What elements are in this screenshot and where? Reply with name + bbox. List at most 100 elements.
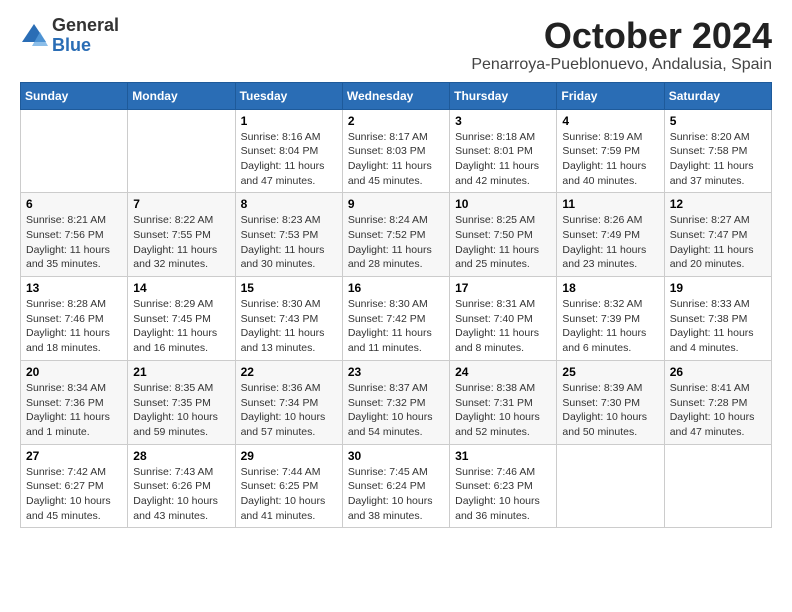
day-cell: 6 Sunrise: 8:21 AM Sunset: 7:56 PM Daylig… [21, 193, 128, 277]
day-cell: 25 Sunrise: 8:39 AM Sunset: 7:30 PM Dayli… [557, 360, 664, 444]
day-cell [128, 109, 235, 193]
day-cell: 7 Sunrise: 8:22 AM Sunset: 7:55 PM Daylig… [128, 193, 235, 277]
day-info: Sunrise: 8:25 AM Sunset: 7:50 PM Dayligh… [455, 213, 551, 272]
day-cell: 28 Sunrise: 7:43 AM Sunset: 6:26 PM Dayli… [128, 444, 235, 528]
day-cell: 9Sunrise: 8:24 AM Sunset: 7:52 PM Daylig… [342, 193, 449, 277]
day-number: 27 [26, 449, 122, 463]
day-cell: 29Sunrise: 7:44 AM Sunset: 6:25 PM Dayli… [235, 444, 342, 528]
day-number: 1 [241, 114, 337, 128]
day-info: Sunrise: 8:38 AM Sunset: 7:31 PM Dayligh… [455, 381, 551, 440]
day-info: Sunrise: 8:26 AM Sunset: 7:49 PM Dayligh… [562, 213, 658, 272]
logo-blue: Blue [52, 36, 119, 56]
day-number: 17 [455, 281, 551, 295]
day-number: 8 [241, 197, 337, 211]
day-info: Sunrise: 8:22 AM Sunset: 7:55 PM Dayligh… [133, 213, 229, 272]
day-cell [664, 444, 771, 528]
week-row-2: 6 Sunrise: 8:21 AM Sunset: 7:56 PM Daylig… [21, 193, 772, 277]
day-number: 18 [562, 281, 658, 295]
day-cell: 17 Sunrise: 8:31 AM Sunset: 7:40 PM Dayli… [450, 277, 557, 361]
day-cell: 27Sunrise: 7:42 AM Sunset: 6:27 PM Dayli… [21, 444, 128, 528]
day-cell: 16 Sunrise: 8:30 AM Sunset: 7:42 PM Dayli… [342, 277, 449, 361]
day-info: Sunrise: 8:17 AM Sunset: 8:03 PM Dayligh… [348, 130, 444, 189]
day-info: Sunrise: 8:18 AM Sunset: 8:01 PM Dayligh… [455, 130, 551, 189]
day-cell: 2 Sunrise: 8:17 AM Sunset: 8:03 PM Daylig… [342, 109, 449, 193]
calendar-table: SundayMondayTuesdayWednesdayThursdayFrid… [20, 82, 772, 529]
day-info: Sunrise: 8:21 AM Sunset: 7:56 PM Dayligh… [26, 213, 122, 272]
page-subtitle: Penarroya-Pueblonuevo, Andalusia, Spain [471, 56, 772, 74]
day-cell [557, 444, 664, 528]
day-number: 4 [562, 114, 658, 128]
day-number: 11 [562, 197, 658, 211]
day-info: Sunrise: 8:30 AM Sunset: 7:43 PM Dayligh… [241, 297, 337, 356]
day-info: Sunrise: 8:34 AM Sunset: 7:36 PM Dayligh… [26, 381, 122, 440]
week-row-5: 27Sunrise: 7:42 AM Sunset: 6:27 PM Dayli… [21, 444, 772, 528]
day-info: Sunrise: 7:46 AM Sunset: 6:23 PM Dayligh… [455, 465, 551, 524]
day-info: Sunrise: 8:39 AM Sunset: 7:30 PM Dayligh… [562, 381, 658, 440]
day-info: Sunrise: 7:45 AM Sunset: 6:24 PM Dayligh… [348, 465, 444, 524]
day-cell [21, 109, 128, 193]
day-info: Sunrise: 8:19 AM Sunset: 7:59 PM Dayligh… [562, 130, 658, 189]
day-number: 28 [133, 449, 229, 463]
day-cell: 5Sunrise: 8:20 AM Sunset: 7:58 PM Daylig… [664, 109, 771, 193]
day-number: 19 [670, 281, 766, 295]
day-cell: 20 Sunrise: 8:34 AM Sunset: 7:36 PM Dayli… [21, 360, 128, 444]
header-cell-sunday: Sunday [21, 82, 128, 109]
day-cell: 3Sunrise: 8:18 AM Sunset: 8:01 PM Daylig… [450, 109, 557, 193]
day-number: 7 [133, 197, 229, 211]
day-number: 2 [348, 114, 444, 128]
day-number: 15 [241, 281, 337, 295]
day-number: 29 [241, 449, 337, 463]
day-number: 12 [670, 197, 766, 211]
day-info: Sunrise: 8:30 AM Sunset: 7:42 PM Dayligh… [348, 297, 444, 356]
calendar-body: 1Sunrise: 8:16 AM Sunset: 8:04 PM Daylig… [21, 109, 772, 528]
day-cell: 18Sunrise: 8:32 AM Sunset: 7:39 PM Dayli… [557, 277, 664, 361]
header-cell-thursday: Thursday [450, 82, 557, 109]
day-cell: 12 Sunrise: 8:27 AM Sunset: 7:47 PM Dayli… [664, 193, 771, 277]
day-cell: 10 Sunrise: 8:25 AM Sunset: 7:50 PM Dayli… [450, 193, 557, 277]
day-number: 20 [26, 365, 122, 379]
day-cell: 21Sunrise: 8:35 AM Sunset: 7:35 PM Dayli… [128, 360, 235, 444]
calendar-header: SundayMondayTuesdayWednesdayThursdayFrid… [21, 82, 772, 109]
header-row: SundayMondayTuesdayWednesdayThursdayFrid… [21, 82, 772, 109]
day-cell: 19 Sunrise: 8:33 AM Sunset: 7:38 PM Dayli… [664, 277, 771, 361]
logo: General Blue [20, 16, 119, 56]
day-info: Sunrise: 8:41 AM Sunset: 7:28 PM Dayligh… [670, 381, 766, 440]
day-cell: 22 Sunrise: 8:36 AM Sunset: 7:34 PM Dayli… [235, 360, 342, 444]
day-number: 14 [133, 281, 229, 295]
logo-text: General Blue [52, 16, 119, 56]
day-number: 21 [133, 365, 229, 379]
day-cell: 4 Sunrise: 8:19 AM Sunset: 7:59 PM Daylig… [557, 109, 664, 193]
day-info: Sunrise: 8:24 AM Sunset: 7:52 PM Dayligh… [348, 213, 444, 272]
day-number: 16 [348, 281, 444, 295]
day-cell: 11 Sunrise: 8:26 AM Sunset: 7:49 PM Dayli… [557, 193, 664, 277]
day-number: 24 [455, 365, 551, 379]
day-number: 25 [562, 365, 658, 379]
day-cell: 1Sunrise: 8:16 AM Sunset: 8:04 PM Daylig… [235, 109, 342, 193]
day-cell: 24 Sunrise: 8:38 AM Sunset: 7:31 PM Dayli… [450, 360, 557, 444]
logo-general: General [52, 16, 119, 36]
header-cell-monday: Monday [128, 82, 235, 109]
header-cell-tuesday: Tuesday [235, 82, 342, 109]
day-info: Sunrise: 8:31 AM Sunset: 7:40 PM Dayligh… [455, 297, 551, 356]
day-number: 6 [26, 197, 122, 211]
day-info: Sunrise: 8:33 AM Sunset: 7:38 PM Dayligh… [670, 297, 766, 356]
day-info: Sunrise: 8:20 AM Sunset: 7:58 PM Dayligh… [670, 130, 766, 189]
day-info: Sunrise: 8:27 AM Sunset: 7:47 PM Dayligh… [670, 213, 766, 272]
day-info: Sunrise: 8:37 AM Sunset: 7:32 PM Dayligh… [348, 381, 444, 440]
day-number: 23 [348, 365, 444, 379]
page-title: October 2024 [471, 16, 772, 56]
day-cell: 13 Sunrise: 8:28 AM Sunset: 7:46 PM Dayli… [21, 277, 128, 361]
day-number: 13 [26, 281, 122, 295]
title-block: October 2024 Penarroya-Pueblonuevo, Anda… [471, 16, 772, 74]
week-row-3: 13 Sunrise: 8:28 AM Sunset: 7:46 PM Dayli… [21, 277, 772, 361]
day-cell: 15 Sunrise: 8:30 AM Sunset: 7:43 PM Dayli… [235, 277, 342, 361]
day-number: 22 [241, 365, 337, 379]
day-info: Sunrise: 7:43 AM Sunset: 6:26 PM Dayligh… [133, 465, 229, 524]
day-info: Sunrise: 8:36 AM Sunset: 7:34 PM Dayligh… [241, 381, 337, 440]
logo-icon [20, 22, 48, 50]
day-info: Sunrise: 8:28 AM Sunset: 7:46 PM Dayligh… [26, 297, 122, 356]
day-number: 10 [455, 197, 551, 211]
day-cell: 31Sunrise: 7:46 AM Sunset: 6:23 PM Dayli… [450, 444, 557, 528]
week-row-4: 20 Sunrise: 8:34 AM Sunset: 7:36 PM Dayli… [21, 360, 772, 444]
day-cell: 23 Sunrise: 8:37 AM Sunset: 7:32 PM Dayli… [342, 360, 449, 444]
